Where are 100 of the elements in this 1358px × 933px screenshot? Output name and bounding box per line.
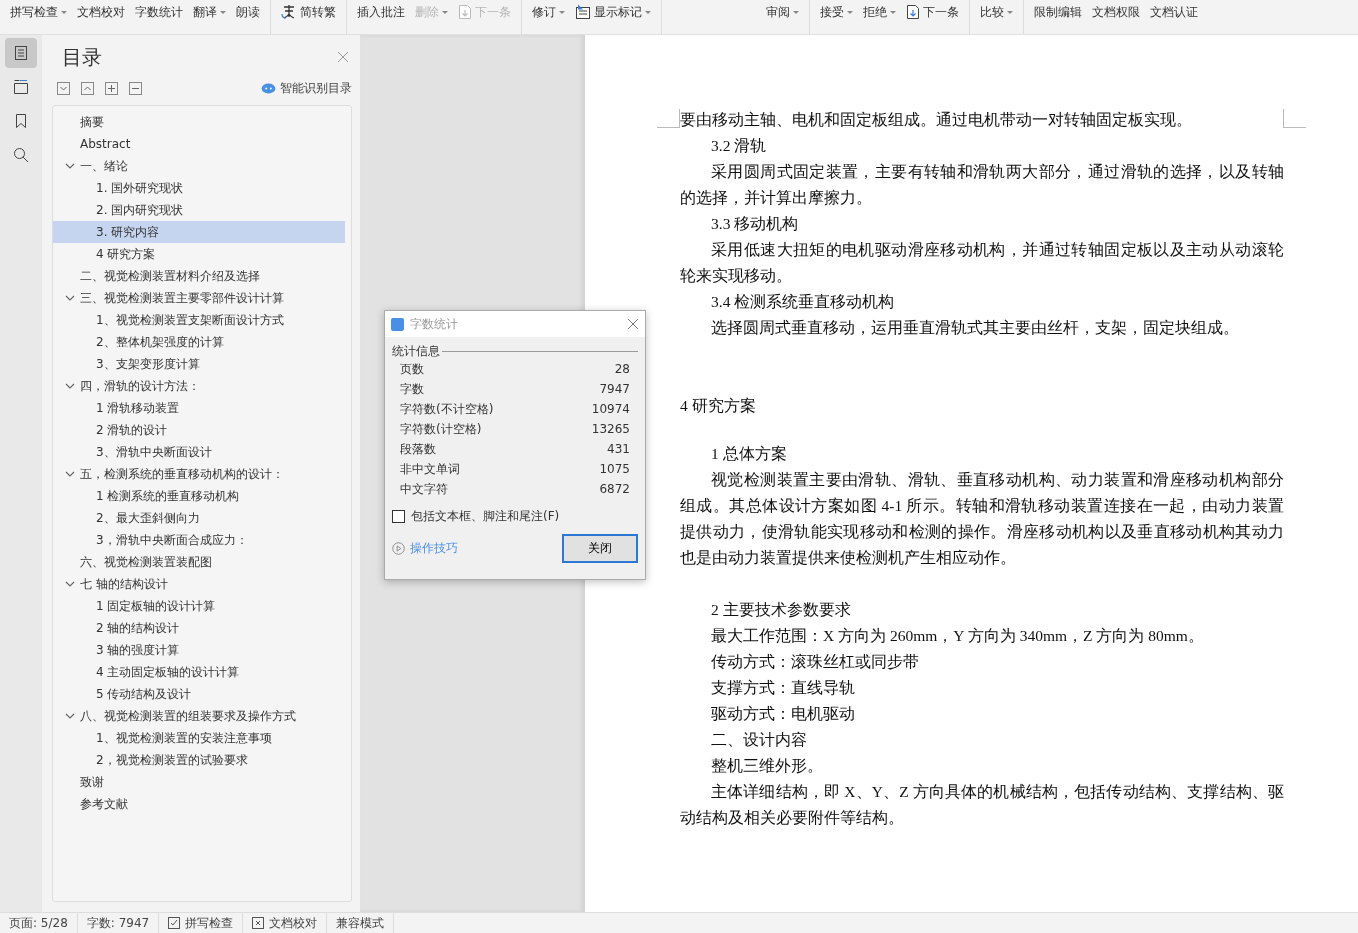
paragraph: 3.4 检测系统垂直移动机构 [710,292,896,312]
toc-item[interactable]: 2. 国内研究现状 [53,199,345,221]
chevron-down-icon[interactable] [65,293,75,303]
caret-icon [220,10,226,14]
toc-item[interactable]: 1、视觉检测装置的安装注意事项 [53,727,345,749]
status-button[interactable]: 兼容模式 [327,913,395,933]
toc-item[interactable]: 2 滑轨的设计 [53,419,345,441]
toolbar-button[interactable]: 修订 [528,1,569,23]
paragraph: 最大工作范围：X 方向为 260mm，Y 方向为 340mm，Z 方向为 80mm。 [710,626,1205,646]
section-heading: 2 主要技术参数要求 [710,600,852,620]
toc-item[interactable]: 1、视觉检测装置支架断面设计方式 [53,309,345,331]
chevron-down-icon[interactable] [65,381,75,391]
markup-icon [575,4,591,20]
status-button[interactable]: 拼写检查 [159,913,244,933]
toc-item[interactable]: 1 滑轨移动装置 [53,397,345,419]
chat-bubble-icon [261,82,276,94]
toc-item[interactable]: 一、绪论 [53,155,345,177]
toolbar-button[interactable]: 简转繁 [277,1,340,23]
toolbar-button[interactable]: 审阅 [762,1,803,23]
toolbar-button[interactable]: 显示标记 [571,1,655,23]
toolbar-button[interactable]: 下一条 [902,1,963,23]
smart-toc-button[interactable]: 智能识别目录 [261,79,352,97]
paragraph: 传动方式：滚珠丝杠或同步带 [710,652,920,672]
toc-item[interactable]: Abstract [53,133,345,155]
stat-label: 页数 [400,361,424,378]
toc-item[interactable]: 参考文献 [53,793,345,815]
close-icon[interactable] [337,51,349,63]
toolbar-button[interactable]: 文档认证 [1146,1,1202,23]
plus-icon[interactable] [105,81,118,95]
cross-box-icon [252,917,265,929]
toc-item[interactable]: 3，滑轨中央断面合成应力： [53,529,345,551]
status-button[interactable]: 文档校对 [243,913,328,933]
toc-item[interactable]: 四，滑轨的设计方法： [53,375,345,397]
toolbar-button[interactable]: 字数统计 [131,1,187,23]
include-checkbox[interactable]: 包括文本框、脚注和尾注(F) [392,508,638,525]
stat-value: 1075 [599,461,630,478]
toc-item[interactable]: 摘要 [53,111,345,133]
toc-item[interactable]: 3、滑轨中央断面设计 [53,441,345,463]
word-count[interactable]: 字数: 7947 [77,913,160,933]
caret-icon [559,10,565,14]
page-indicator[interactable]: 页面: 5/28 [0,913,78,933]
stat-value: 6872 [599,481,630,498]
toolbar-button[interactable]: 翻译 [189,1,230,23]
toc-item[interactable]: 1. 国外研究现状 [53,177,345,199]
caret-icon [442,10,448,14]
toolbar-button[interactable]: 限制编辑 [1030,1,1086,23]
stat-value: 7947 [599,381,630,398]
close-button[interactable]: 关闭 [562,534,638,563]
toc-item[interactable]: 八、视觉检测装置的组装要求及操作方式 [53,705,345,727]
toc-item[interactable]: 2、整体机架强度的计算 [53,331,345,353]
toc-item[interactable]: 3、支架变形度计算 [53,353,345,375]
paragraph: 整机三维外形。 [710,756,824,776]
toolbar-button[interactable]: 拒绝 [859,1,900,23]
toolbar-button[interactable]: 拼写检查 [6,1,71,23]
toolbar-button[interactable]: 朗读 [232,1,264,23]
caret-icon [890,10,896,14]
app-logo-icon [391,317,404,331]
outline-tab[interactable] [5,38,37,68]
toc-item[interactable]: 3 轴的强度计算 [53,639,345,661]
paragraph: 选择圆周式垂直移动，运用垂直滑轨式其主要由丝杆，支架，固定块组成。 [710,318,1240,338]
toc-item[interactable]: 三、视觉检测装置主要零部件设计计算 [53,287,345,309]
toc-item[interactable]: 2，视觉检测装置的试验要求 [53,749,345,771]
toc-item[interactable]: 1 检测系统的垂直移动机构 [53,485,345,507]
expand-icon[interactable] [81,81,94,95]
stat-label: 非中文单词 [400,461,460,478]
toolbar-button[interactable]: 文档校对 [73,1,129,23]
panel-title: 目录 [62,43,102,71]
stat-value: 28 [614,361,630,378]
chevron-down-icon[interactable] [65,469,75,479]
toc-item[interactable]: 2、最大歪斜侧向力 [53,507,345,529]
toc-item[interactable]: 六、视觉检测装置装配图 [53,551,345,573]
toc-item[interactable]: 五，检测系统的垂直移动机构的设计： [53,463,345,485]
toc-item[interactable]: 七 轴的结构设计 [53,573,345,595]
toolbar-button[interactable]: 文档权限 [1088,1,1144,23]
toc-item[interactable]: 致谢 [53,771,345,793]
toolbar-button[interactable]: 比较 [976,1,1017,23]
check-box-icon [168,917,181,929]
toc-item[interactable]: 4 主动固定板轴的设计计算 [53,661,345,683]
caret-icon [645,10,651,14]
toolbar-button[interactable]: 接受 [816,1,857,23]
minus-icon[interactable] [129,81,142,95]
paragraph: 二、设计内容 [710,730,808,750]
toc-item[interactable]: 5 传动结构及设计 [53,683,345,705]
chevron-down-icon[interactable] [65,579,75,589]
toolbar-button[interactable]: 插入批注 [353,1,409,23]
toc-item[interactable]: 2 轴的结构设计 [53,617,345,639]
collapse-icon[interactable] [57,81,70,95]
toc-item[interactable]: 二、视觉检测装置材料介绍及选择 [53,265,345,287]
close-icon[interactable] [627,318,639,330]
section-heading: 1 总体方案 [710,444,788,464]
chevron-down-icon[interactable] [65,711,75,721]
toc-item[interactable]: 1 固定板轴的设计计算 [53,595,345,617]
dialog-title: 字数统计 [410,315,458,333]
toc-item[interactable]: 4 研究方案 [53,243,345,265]
paragraph: 主体详细结构，即 X、Y、Z 方向具体的机械结构，包括传动结构、支撑结构、驱动结构及相关必要附件等结构。 [680,782,1284,828]
stat-label: 段落数 [400,441,436,458]
document-lines-icon [13,45,29,61]
stat-label: 字符数(不计空格) [400,401,494,418]
toc-item[interactable]: 3. 研究内容 [53,221,345,243]
chevron-down-icon[interactable] [65,161,75,171]
